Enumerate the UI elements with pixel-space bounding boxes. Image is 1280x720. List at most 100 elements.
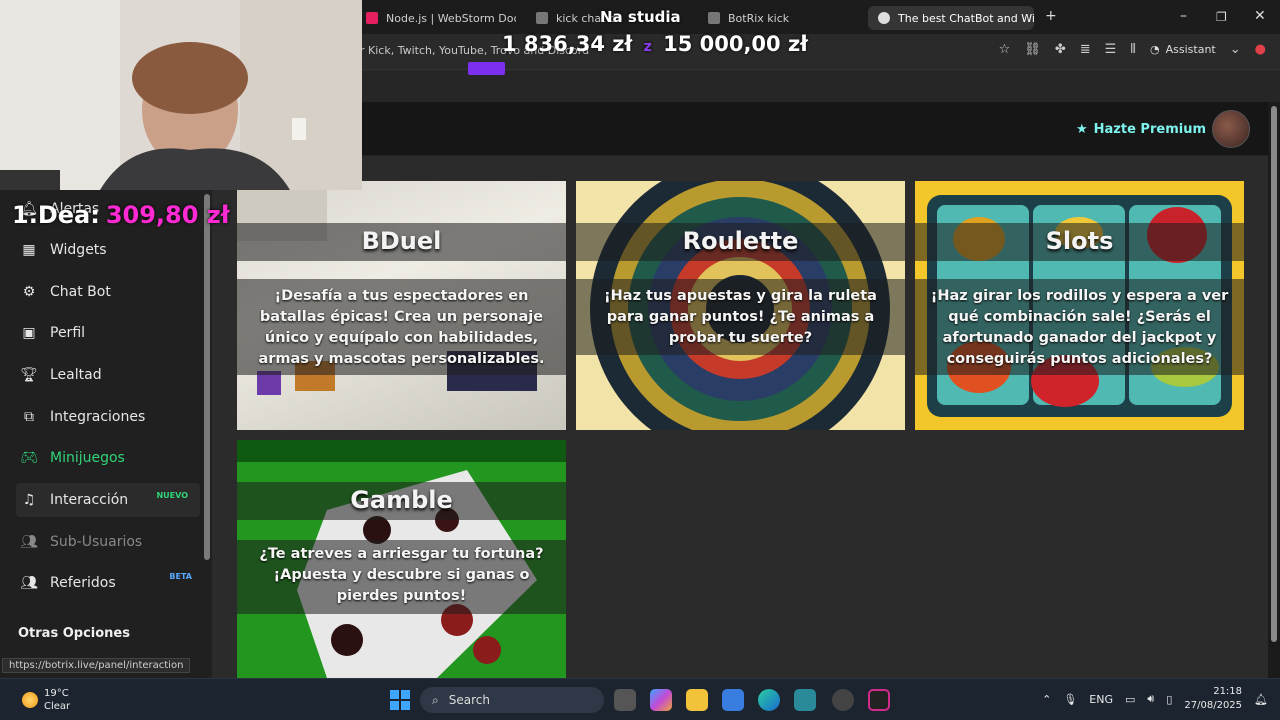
assistant-button[interactable]: ◔ Assistant	[1150, 43, 1216, 56]
tab-webstorm[interactable]: Node.js | WebStorm Docume	[356, 6, 516, 30]
windows-start-icon[interactable]	[390, 690, 410, 710]
goal-current: 1 836,34 zł	[502, 32, 633, 56]
search-icon: ⌕	[432, 692, 439, 707]
game-title: BDuel	[361, 227, 442, 255]
game-title: Roulette	[682, 227, 799, 255]
tab-label: The best ChatBot and Widget	[898, 11, 1034, 25]
weather-temp: 19°C	[44, 688, 69, 699]
premium-button[interactable]: ★ Hazte Premium	[1076, 122, 1206, 137]
close-window-icon[interactable]: ✕	[1254, 8, 1266, 24]
sidebar-item-minijuegos[interactable]: 🎮︎ Minijuegos	[20, 441, 204, 475]
sidebar-item-label: Interacción	[50, 492, 129, 508]
microphone-icon[interactable]: 🎙︎	[1063, 693, 1077, 706]
clock[interactable]: 21:18 27/08/2025	[1184, 685, 1242, 713]
audio-icon[interactable]: ⦀	[1130, 42, 1136, 57]
star-icon: ★	[1076, 122, 1088, 137]
donation-goal-overlay: Na studia 1 836,34 zł z 15 000,00 zł	[468, 4, 808, 75]
chevron-down-icon[interactable]: ⌄	[1230, 42, 1241, 57]
browser-app-icon[interactable]	[794, 689, 816, 711]
game-card-gamble[interactable]: Gamble ¿Te atreves a arriesgar tu fortun…	[237, 440, 566, 678]
sidebar-item-sub-usuarios[interactable]: 👥︎ Sub-Usuarios	[20, 525, 204, 559]
minimize-icon[interactable]: –	[1180, 8, 1187, 24]
reader-icon[interactable]: ≣	[1080, 42, 1091, 57]
section-title-otras-opciones: Otras Opciones	[18, 626, 130, 641]
restore-icon[interactable]: ❐	[1216, 10, 1227, 24]
weather-desc: Clear	[44, 701, 71, 712]
top-donor-label: 1.Dea:	[12, 201, 100, 229]
sidebar-item-label: Perfil	[50, 325, 86, 341]
id-card-icon: ▣	[22, 325, 36, 341]
tab-botrix-active[interactable]: The best ChatBot and Widget ✕	[868, 6, 1034, 30]
clock-time: 21:18	[1213, 686, 1243, 697]
volume-icon[interactable]: 🔊︎	[1147, 692, 1154, 706]
tab-label: Node.js | WebStorm Docume	[386, 11, 516, 25]
weather-widget[interactable]: 19°C Clear	[22, 687, 70, 713]
sidebar-item-lealtad[interactable]: 🏆︎ Lealtad	[20, 358, 204, 392]
network-icon[interactable]: ▭	[1125, 693, 1135, 706]
battery-icon[interactable]: ▯	[1166, 693, 1172, 706]
extensions-icon[interactable]: ✤	[1055, 42, 1066, 57]
top-donor-amount: 309,80 zł	[105, 201, 230, 229]
link-icon[interactable]: ⛓	[1024, 42, 1041, 57]
game-title: Gamble	[350, 486, 453, 514]
sidebar-item-label: Sub-Usuarios	[50, 534, 143, 550]
notification-icon[interactable]: 🔔︎	[1254, 693, 1268, 706]
game-title: Slots	[1045, 227, 1114, 255]
menu-lines-icon[interactable]: ☰	[1105, 42, 1117, 57]
game-description: ¡Haz girar los rodillos y espera a ver q…	[930, 288, 1229, 367]
page-scrollbar[interactable]	[1268, 102, 1280, 678]
game-description: ¿Te atreves a arriesgar tu fortuna? ¡Apu…	[259, 546, 544, 604]
taskbar-search[interactable]: ⌕ Search	[420, 687, 604, 713]
goal-progress-fill	[468, 62, 505, 75]
copilot-icon[interactable]	[650, 689, 672, 711]
webcam-feed-image	[0, 0, 362, 190]
top-donor-overlay: 1.Dea: 309,80 zł	[12, 201, 230, 229]
sidebar-item-label: Referidos	[50, 575, 116, 591]
game-card-bduel[interactable]: BDuel ¡Desafía a tus espectadores en bat…	[237, 181, 566, 430]
star-icon[interactable]: ☆	[999, 42, 1011, 57]
edge-icon[interactable]	[758, 689, 780, 711]
game-card-slots[interactable]: Slots ¡Haz girar los rodillos y espera a…	[915, 181, 1244, 430]
robot-icon: ⚙	[22, 284, 36, 300]
sidebar-item-chat-bot[interactable]: ⚙ Chat Bot	[20, 275, 204, 309]
gamepad-icon: 🎮︎	[20, 450, 38, 466]
plug-icon: ⧉	[24, 409, 34, 425]
chevron-up-icon[interactable]: ⌃	[1042, 693, 1051, 706]
trophy-icon: 🏆︎	[20, 367, 38, 383]
sidebar-item-label: Chat Bot	[50, 284, 111, 300]
search-label: Search	[448, 693, 490, 707]
avatar[interactable]	[1212, 110, 1250, 148]
sidebar-item-widgets[interactable]: ▦ Widgets	[20, 233, 204, 267]
task-view-icon[interactable]	[614, 689, 636, 711]
botrix-icon	[878, 12, 890, 24]
premium-label: Hazte Premium	[1093, 122, 1206, 137]
profile-icon[interactable]: ●	[1255, 42, 1266, 57]
new-tab-icon[interactable]: +	[1045, 8, 1057, 24]
game-description: ¡Haz tus apuestas y gira la ruleta para …	[604, 288, 877, 346]
sidebar-item-label: Lealtad	[50, 367, 102, 383]
beta-badge: BETA	[169, 572, 192, 581]
obs-icon[interactable]	[832, 689, 854, 711]
assistant-label: Assistant	[1165, 43, 1216, 56]
system-tray: ⌃ 🎙︎ ENG ▭ 🔊︎ ▯ 21:18 27/08/2025 🔔︎	[1042, 685, 1268, 713]
sidebar-item-integraciones[interactable]: ⧉ Integraciones	[20, 400, 204, 434]
assistant-icon: ◔	[1150, 43, 1160, 56]
game-card-roulette[interactable]: Roulette ¡Haz tus apuestas y gira la rul…	[576, 181, 905, 430]
webstorm-icon	[366, 12, 378, 24]
music-icon: ♫	[22, 492, 36, 508]
store-icon[interactable]	[722, 689, 744, 711]
sidebar-item-interaccion[interactable]: ♫ Interacción NUEVO	[16, 483, 200, 517]
webcam-overlay	[0, 0, 362, 190]
scrollbar-thumb[interactable]	[1271, 106, 1277, 642]
webstorm-taskbar-icon[interactable]	[868, 689, 890, 711]
file-explorer-icon[interactable]	[686, 689, 708, 711]
language-indicator[interactable]: ENG	[1089, 693, 1113, 706]
sidebar-scrollbar[interactable]	[204, 194, 210, 560]
sidebar-item-label: Widgets	[50, 242, 107, 258]
sidebar-item-referidos[interactable]: 👥︎ Referidos BETA	[20, 566, 204, 600]
users-icon: 👥︎	[20, 534, 38, 550]
sidebar-item-perfil[interactable]: ▣ Perfil	[20, 316, 204, 350]
goal-target: 15 000,00 zł	[663, 32, 808, 56]
referrals-icon: 👥︎	[20, 575, 38, 591]
new-badge: NUEVO	[156, 491, 188, 500]
